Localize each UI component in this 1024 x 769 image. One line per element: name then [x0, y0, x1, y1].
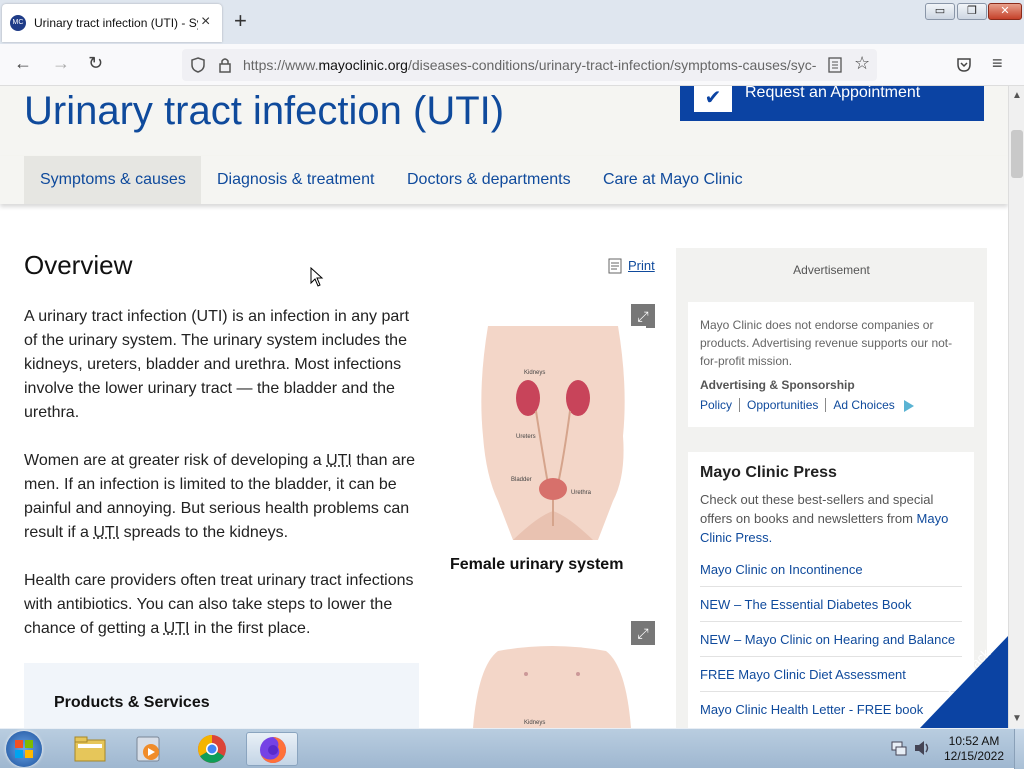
male-urinary-system-image[interactable]: Kidneys [458, 646, 646, 728]
print-link[interactable]: Print [628, 258, 655, 273]
clock-date: 12/15/2022 [938, 749, 1010, 764]
firefox-icon [258, 735, 288, 765]
advertisement-label: Advertisement [676, 263, 987, 277]
opportunities-link[interactable]: Opportunities [740, 398, 826, 412]
policy-link[interactable]: Policy [700, 398, 740, 412]
address-bar[interactable]: https://www.mayoclinic.org/diseases-cond… [182, 49, 877, 81]
print-icon[interactable] [608, 258, 622, 274]
file-explorer-taskbar-button[interactable] [64, 732, 116, 766]
ad-links: Policy Opportunities Ad Choices [700, 398, 914, 412]
tab-symptoms-causes[interactable]: Symptoms & causes [24, 156, 201, 204]
firefox-taskbar-button[interactable] [246, 732, 298, 766]
browser-nav-bar: ← → ↻ https://www.mayoclinic.org/disease… [0, 44, 1024, 86]
chrome-icon [197, 734, 227, 764]
windows-logo-icon [15, 740, 33, 758]
overview-heading: Overview [24, 250, 132, 281]
paragraph-1: A urinary tract infection (UTI) is an in… [24, 305, 424, 425]
paragraph-3: Health care providers often treat urinar… [24, 569, 424, 641]
windows-taskbar: 10:52 AM 12/15/2022 [0, 728, 1024, 768]
pocket-icon[interactable] [956, 57, 972, 73]
start-button[interactable] [6, 731, 42, 767]
uti-abbr[interactable]: UTI [164, 620, 190, 637]
advertising-sponsorship-heading: Advertising & Sponsorship [700, 378, 855, 392]
url-prefix: https://www. [243, 57, 318, 73]
mayo-press-text: Check out these best-sellers and special… [700, 490, 962, 547]
media-player-icon [136, 736, 164, 762]
show-desktop-button[interactable] [1014, 729, 1024, 769]
request-appointment-label: Request an Appointment [745, 86, 920, 102]
scroll-down-icon[interactable]: ▼ [1012, 713, 1022, 724]
page-scrollbar[interactable]: ▲ ▼ [1008, 86, 1024, 728]
scroll-thumb[interactable] [1011, 130, 1023, 178]
restore-icon: ❐ [958, 4, 986, 19]
volume-icon[interactable] [914, 740, 932, 756]
mouse-cursor-icon [310, 267, 324, 287]
paragraph-2: Women are at greater risk of developing … [24, 449, 424, 545]
taskbar-clock[interactable]: 10:52 AM 12/15/2022 [938, 734, 1010, 764]
back-arrow-icon[interactable]: ← [14, 53, 32, 74]
figure-label-kidneys: Kidneys [524, 720, 545, 726]
press-text-body: Check out these best-sellers and special… [700, 492, 933, 526]
ad-disclaimer-text: Mayo Clinic does not endorse companies o… [700, 316, 964, 370]
tab-title: Urinary tract infection (UTI) - Sy [34, 16, 198, 30]
mayo-favicon-icon: MC [10, 15, 26, 31]
tab-doctors-departments[interactable]: Doctors & departments [407, 156, 571, 204]
close-tab-icon[interactable]: × [201, 13, 210, 31]
media-player-taskbar-button[interactable] [124, 732, 176, 766]
scroll-up-icon[interactable]: ▲ [1012, 90, 1022, 101]
forward-arrow-icon[interactable]: → [52, 53, 70, 74]
figure-caption: Female urinary system [450, 556, 623, 574]
expand-image-icon[interactable]: ⤢ [631, 304, 655, 328]
press-item-link[interactable]: NEW – The Essential Diabetes Book [700, 587, 962, 622]
p2-text-a: Women are at greater risk of developing … [24, 452, 326, 469]
folder-icon [74, 736, 106, 762]
products-services-title: Products & Services [54, 694, 210, 712]
ad-disclaimer-card: Mayo Clinic does not endorse companies o… [688, 302, 974, 427]
press-item-link[interactable]: Mayo Clinic on Incontinence [700, 552, 962, 587]
new-tab-button[interactable]: + [234, 8, 247, 34]
ad-choices-link[interactable]: Ad Choices [826, 398, 901, 412]
uti-abbr[interactable]: UTI [93, 524, 119, 541]
ad-choices-icon[interactable] [904, 400, 914, 412]
request-appointment-button[interactable]: ✔ Request an Appointment [680, 86, 984, 121]
reader-view-icon[interactable] [828, 57, 842, 73]
url-text[interactable]: https://www.mayoclinic.org/diseases-cond… [243, 57, 818, 73]
p3-text-b: in the first place. [189, 620, 310, 637]
female-urinary-system-image[interactable]: Kidneys Ureters Bladder Urethra [458, 326, 646, 540]
page-header: Urinary tract infection (UTI) ✔ Request … [0, 86, 1008, 156]
reload-icon[interactable]: ↻ [88, 53, 103, 74]
close-icon: ✕ [989, 4, 1021, 19]
close-window-button[interactable]: ✕ [988, 3, 1022, 20]
bookmark-star-icon[interactable]: ☆ [854, 53, 870, 74]
checkmark-icon: ✔ [694, 86, 732, 112]
mayo-press-title: Mayo Clinic Press [700, 464, 837, 482]
minimize-button[interactable]: ▭ [925, 3, 955, 20]
uti-abbr[interactable]: UTI [326, 452, 352, 469]
url-domain: mayoclinic.org [318, 57, 407, 73]
lock-icon[interactable] [218, 57, 232, 73]
network-icon[interactable] [891, 740, 907, 756]
shield-icon[interactable] [190, 57, 206, 73]
tab-care-at-mayo[interactable]: Care at Mayo Clinic [603, 156, 743, 204]
browser-tab-bar: MC Urinary tract infection (UTI) - Sy × … [0, 0, 1024, 44]
figure-label-kidneys: Kidneys [524, 370, 545, 376]
restore-button[interactable]: ❐ [957, 3, 987, 20]
menu-hamburger-icon[interactable]: ≡ [992, 53, 1003, 74]
expand-image-icon[interactable]: ⤢ [631, 621, 655, 645]
tab-diagnosis-treatment[interactable]: Diagnosis & treatment [217, 156, 374, 204]
browser-tab[interactable]: MC Urinary tract infection (UTI) - Sy × [2, 4, 222, 42]
page-title: Urinary tract infection (UTI) [24, 89, 504, 134]
figure-label-bladder: Bladder [511, 477, 532, 483]
products-services-box: Products & Services [24, 663, 419, 728]
content-tabs: Symptoms & causes Diagnosis & treatment … [0, 156, 1008, 204]
web-page: Urinary tract infection (UTI) ✔ Request … [0, 86, 1008, 728]
url-path: /diseases-conditions/urinary-tract-infec… [408, 57, 816, 73]
minimize-icon: ▭ [926, 4, 954, 19]
figure-label-ureters: Ureters [516, 434, 536, 440]
clock-time: 10:52 AM [938, 734, 1010, 749]
chrome-taskbar-button[interactable] [186, 732, 238, 766]
figure-label-urethra: Urethra [571, 490, 592, 496]
p2-text-c: spreads to the kidneys. [119, 524, 288, 541]
